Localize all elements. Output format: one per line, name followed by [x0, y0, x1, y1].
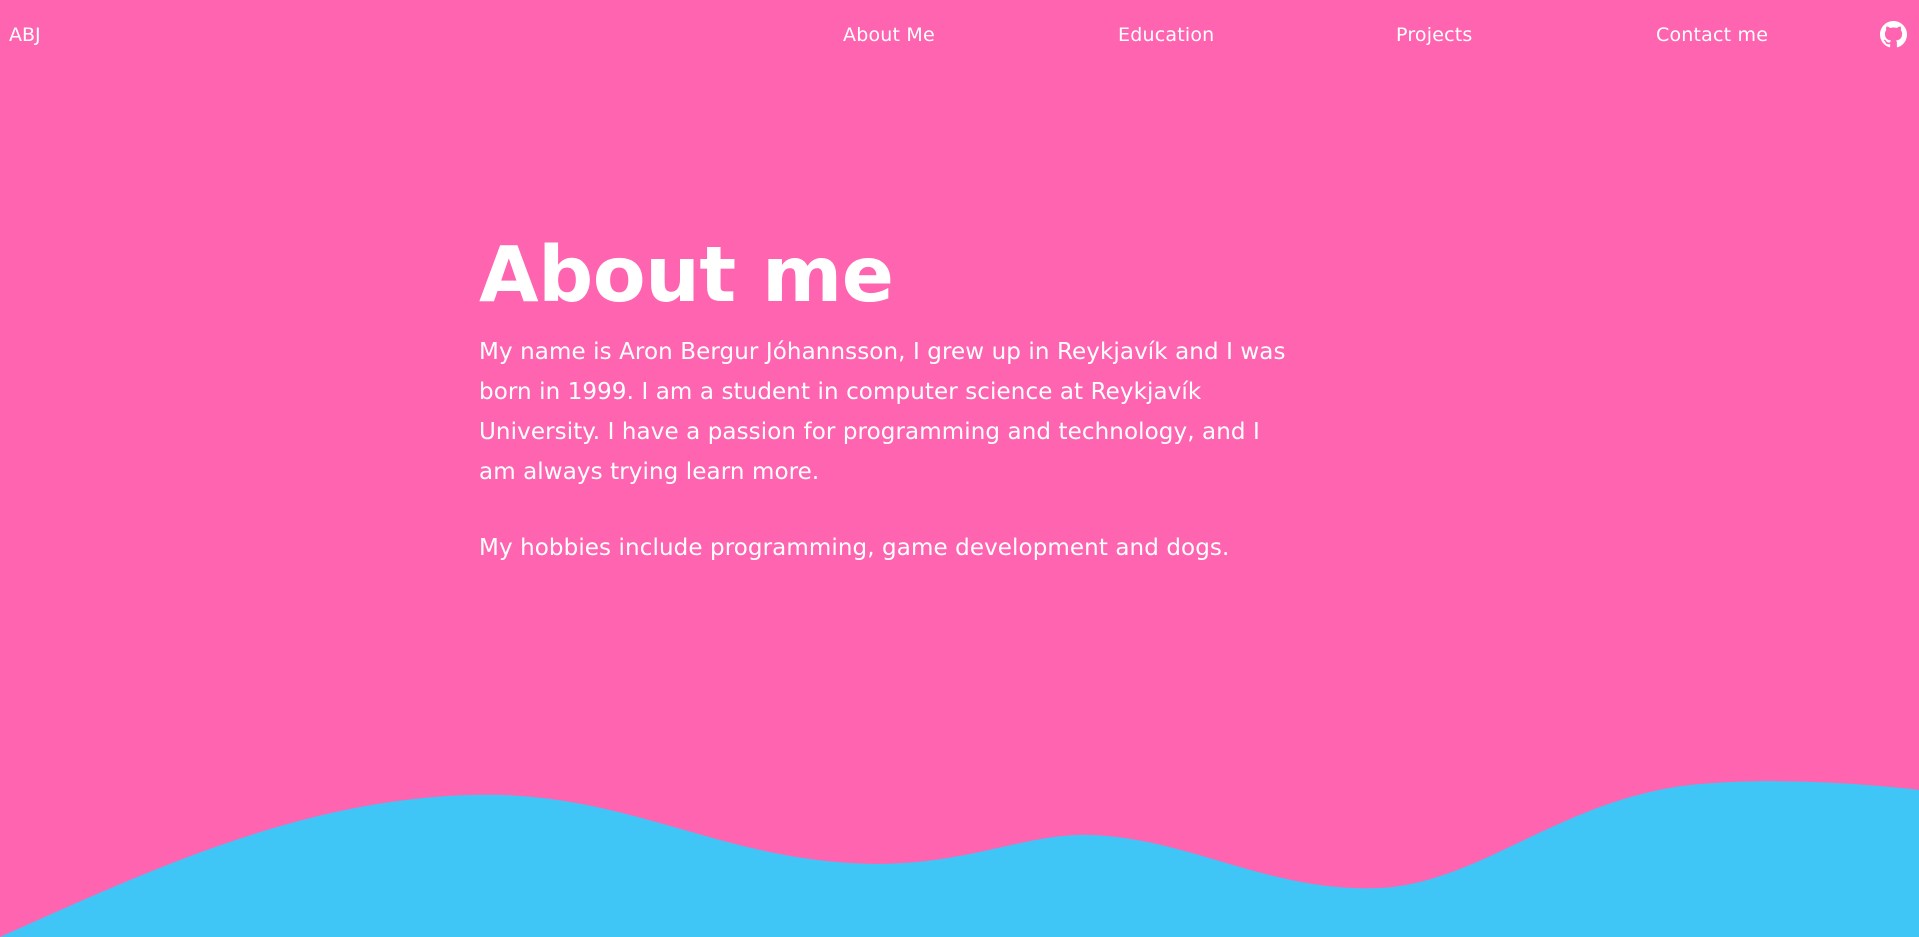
github-icon[interactable] [1880, 21, 1907, 48]
top-navigation: ABJ About Me Education Projects Contact … [0, 0, 1919, 70]
page-title: About me [479, 231, 894, 320]
wave-shape [0, 781, 1919, 937]
hobbies-paragraph: My hobbies include programming, game dev… [479, 535, 1230, 561]
nav-link-contact-me[interactable]: Contact me [1656, 22, 1768, 48]
about-section: About me My name is Aron Bergur Jóhannss… [479, 228, 1299, 568]
page: ABJ About Me Education Projects Contact … [0, 0, 1919, 937]
nav-link-education[interactable]: Education [1118, 22, 1214, 48]
about-paragraph: My name is Aron Bergur Jóhannsson, I gre… [479, 339, 1286, 485]
github-icon-graphic [1880, 21, 1907, 48]
nav-link-projects[interactable]: Projects [1396, 22, 1473, 48]
nav-link-about-me[interactable]: About Me [843, 22, 935, 48]
decorative-wave [0, 781, 1919, 937]
logo-link[interactable]: ABJ [9, 22, 41, 48]
